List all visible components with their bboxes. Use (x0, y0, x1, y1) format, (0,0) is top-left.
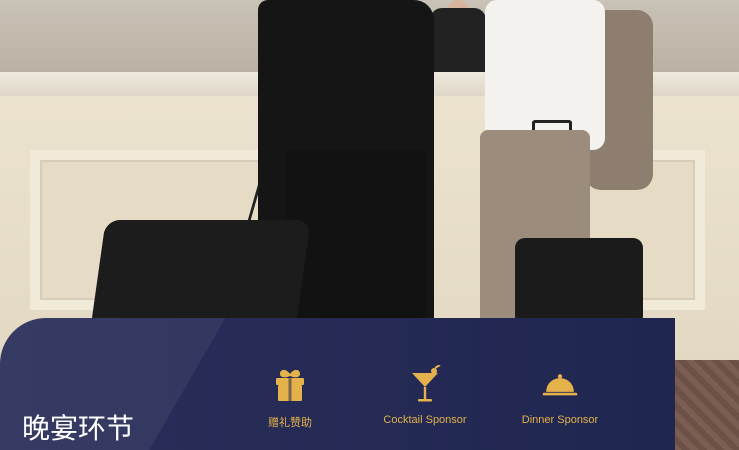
page-title: 晚宴环节 (22, 412, 135, 445)
cocktail-icon (406, 365, 444, 404)
sponsor-item-cocktail[interactable]: Cocktail Sponsor (365, 365, 485, 450)
sponsor-label: Cocktail Sponsor (383, 414, 467, 426)
sponsor-label: Dinner Sponsor (521, 414, 599, 426)
sponsor-item-dinner[interactable]: Dinner Sponsor (500, 366, 620, 450)
black-suitcase (90, 220, 311, 330)
sponsor-items: 赠礼赞助 Cocktail Sponsor Dinner Sponsor (230, 365, 620, 450)
dinner-cloche-icon (541, 366, 579, 404)
black-rolling-bag (515, 238, 643, 326)
sponsor-label: 赠礼赞助 (268, 417, 312, 429)
sponsor-item-gift[interactable]: 赠礼赞助 (230, 366, 350, 450)
receptionist-body (430, 8, 486, 72)
carpet (665, 360, 739, 450)
gift-icon (271, 366, 309, 404)
